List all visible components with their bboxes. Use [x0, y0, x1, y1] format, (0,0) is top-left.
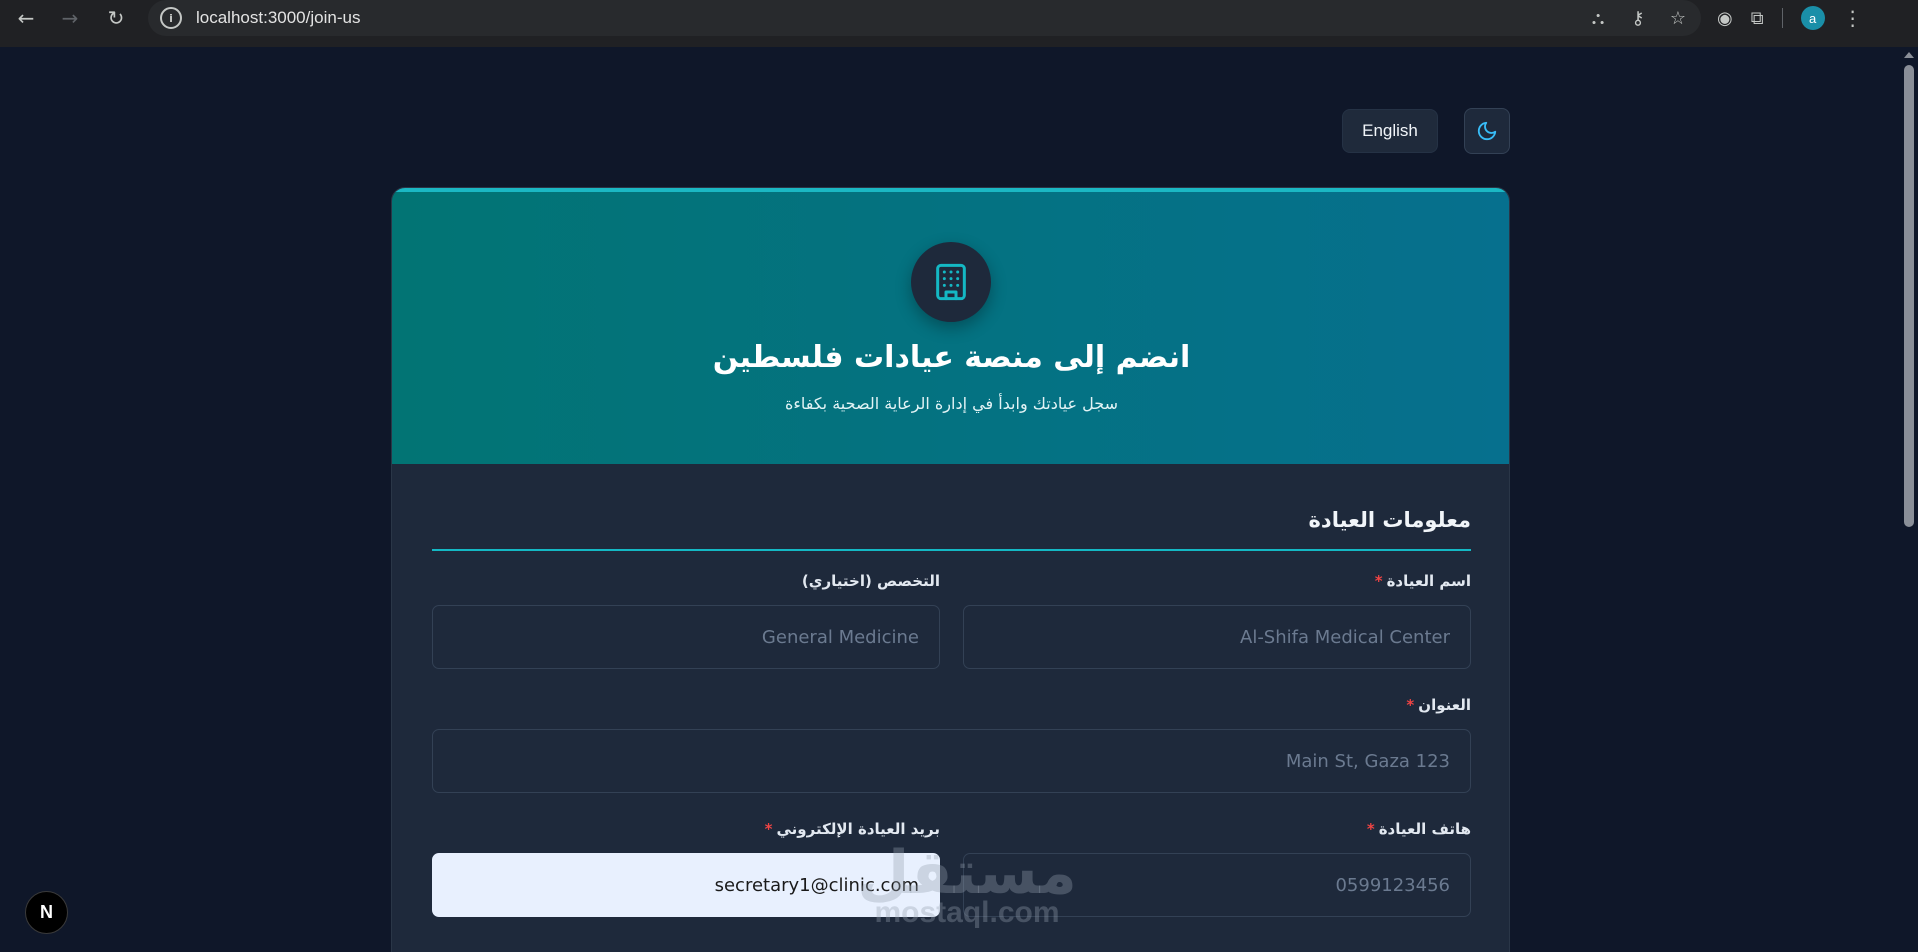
card-header: انضم إلى منصة عيادات فلسطين سجل عيادتك و…	[392, 188, 1509, 464]
phone-label-text: هاتف العيادة	[1378, 820, 1471, 838]
email-label: بريد العيادة الإلكتروني*	[765, 820, 940, 838]
reload-icon[interactable]: ↻	[98, 0, 134, 36]
bookmark-star-icon[interactable]: ☆	[1667, 8, 1689, 29]
toolbar-divider	[1781, 8, 1783, 28]
phone-input[interactable]	[963, 853, 1471, 917]
extension-puzzle-icon[interactable]: ◉	[1717, 8, 1733, 29]
address-label: العنوان*	[1406, 696, 1471, 714]
url-text[interactable]: localhost:3000/join-us	[196, 8, 360, 28]
address-label-text: العنوان	[1418, 696, 1471, 714]
browser-toolbar: ← → ↻ i localhost:3000/join-us ⛬ ⚷ ☆ ◉ ⧉…	[0, 0, 1918, 47]
clinic-name-input[interactable]	[963, 605, 1471, 669]
address-bar[interactable]: i localhost:3000/join-us ⛬ ⚷ ☆	[148, 0, 1701, 36]
page-subtitle: سجل عيادتك وابدأ في إدارة الرعاية الصحية…	[784, 394, 1119, 413]
join-form-card: انضم إلى منصة عيادات فلسطين سجل عيادتك و…	[391, 187, 1510, 952]
translate-icon[interactable]: ⛬	[1587, 8, 1609, 29]
address-input[interactable]	[432, 729, 1471, 793]
section-title: معلومات العيادة	[1308, 508, 1471, 532]
scroll-up-arrow-icon[interactable]	[1904, 52, 1914, 58]
forward-arrow-icon[interactable]: →	[52, 0, 88, 36]
required-mark: *	[1406, 696, 1415, 714]
profile-avatar[interactable]: a	[1800, 6, 1825, 30]
page-title: انضم إلى منصة عيادات فلسطين	[712, 340, 1191, 375]
required-mark: *	[1374, 572, 1383, 590]
site-info-icon[interactable]: i	[160, 7, 182, 29]
menu-kebab-icon[interactable]: ⋮	[1843, 6, 1863, 30]
required-mark: *	[1366, 820, 1375, 838]
language-toggle-button[interactable]: English	[1342, 109, 1438, 153]
nextjs-dev-badge[interactable]: N	[25, 891, 68, 934]
clinic-name-label-text: اسم العيادة	[1386, 572, 1471, 590]
section-divider	[432, 549, 1471, 551]
theme-toggle-button[interactable]	[1464, 108, 1510, 154]
email-input[interactable]	[432, 853, 940, 917]
password-key-icon[interactable]: ⚷	[1627, 8, 1649, 29]
required-mark: *	[764, 820, 773, 838]
moon-icon	[1477, 121, 1497, 141]
clinic-name-label: اسم العيادة*	[1375, 572, 1471, 590]
email-label-text: بريد العيادة الإلكتروني	[776, 820, 940, 838]
scrollbar-thumb[interactable]	[1904, 65, 1914, 527]
specialty-label: التخصص (اختياري)	[801, 572, 940, 590]
specialty-input[interactable]	[432, 605, 940, 669]
phone-label: هاتف العيادة*	[1367, 820, 1471, 838]
extensions-icon[interactable]: ⧉	[1751, 8, 1764, 29]
building-icon	[911, 242, 991, 322]
back-arrow-icon[interactable]: ←	[8, 0, 44, 36]
